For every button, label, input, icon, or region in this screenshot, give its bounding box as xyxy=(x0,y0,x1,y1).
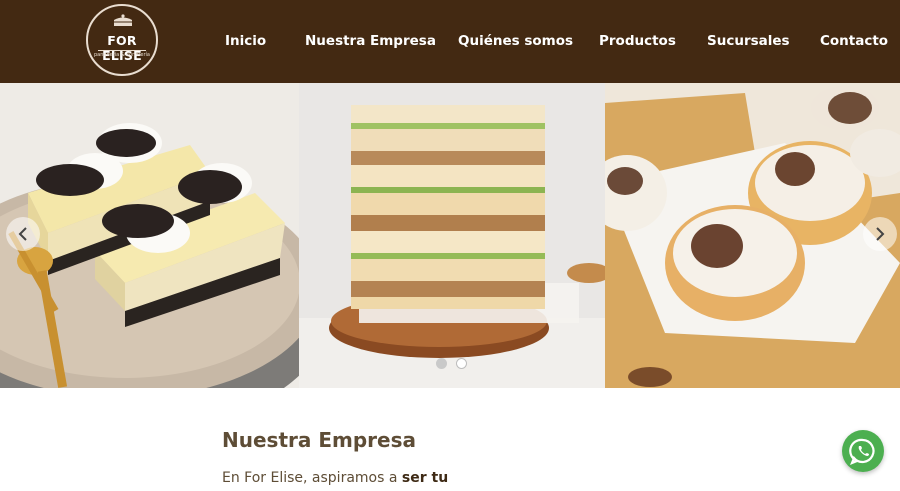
cheesecake-photo xyxy=(0,83,299,388)
nav-item-sucursales[interactable]: Sucursales xyxy=(707,33,790,49)
slider-prev-button[interactable] xyxy=(6,217,40,251)
product-slider[interactable] xyxy=(0,83,900,388)
slider-next-button[interactable] xyxy=(863,217,897,251)
nav-item-contacto[interactable]: Contacto xyxy=(820,33,888,49)
slide-cheesecake xyxy=(0,83,299,388)
slider-dot-2[interactable] xyxy=(456,358,467,369)
nav-item-inicio[interactable]: Inicio xyxy=(225,33,266,49)
slider-dots xyxy=(434,358,474,372)
nav-item-nuestra-empresa[interactable]: Nuestra Empresa xyxy=(305,33,436,49)
nav-item-quienes-somos[interactable]: Quiénes somos xyxy=(458,33,573,49)
main-content: Nuestra Empresa En For Elise, aspiramos … xyxy=(0,388,900,491)
chevron-left-icon xyxy=(18,227,27,241)
site-header: FOR ELISE panadería & confitería Inicio … xyxy=(0,0,900,83)
slide-pastries xyxy=(605,83,900,388)
whatsapp-button[interactable] xyxy=(842,430,884,472)
section-title: Nuestra Empresa xyxy=(222,428,416,452)
brand-name: FOR ELISE xyxy=(102,33,142,63)
intro-text-bold: ser tu xyxy=(401,470,449,486)
slider-dot-1[interactable] xyxy=(436,358,447,369)
nav-item-productos[interactable]: Productos xyxy=(599,33,676,49)
intro-text-start: En For Elise, aspiramos a xyxy=(222,470,402,486)
pastries-photo xyxy=(605,83,900,388)
slide-sandwiches xyxy=(299,83,605,388)
sandwiches-photo xyxy=(299,83,605,388)
cake-icon xyxy=(114,14,132,26)
whatsapp-icon xyxy=(849,438,875,465)
brand-logo[interactable]: FOR ELISE panadería & confitería xyxy=(86,4,158,76)
logo-divider xyxy=(98,50,146,51)
intro-text: En For Elise, aspiramos a ser tu xyxy=(222,470,448,486)
chevron-right-icon xyxy=(876,227,885,241)
brand-tagline: panadería & confitería xyxy=(94,52,150,58)
